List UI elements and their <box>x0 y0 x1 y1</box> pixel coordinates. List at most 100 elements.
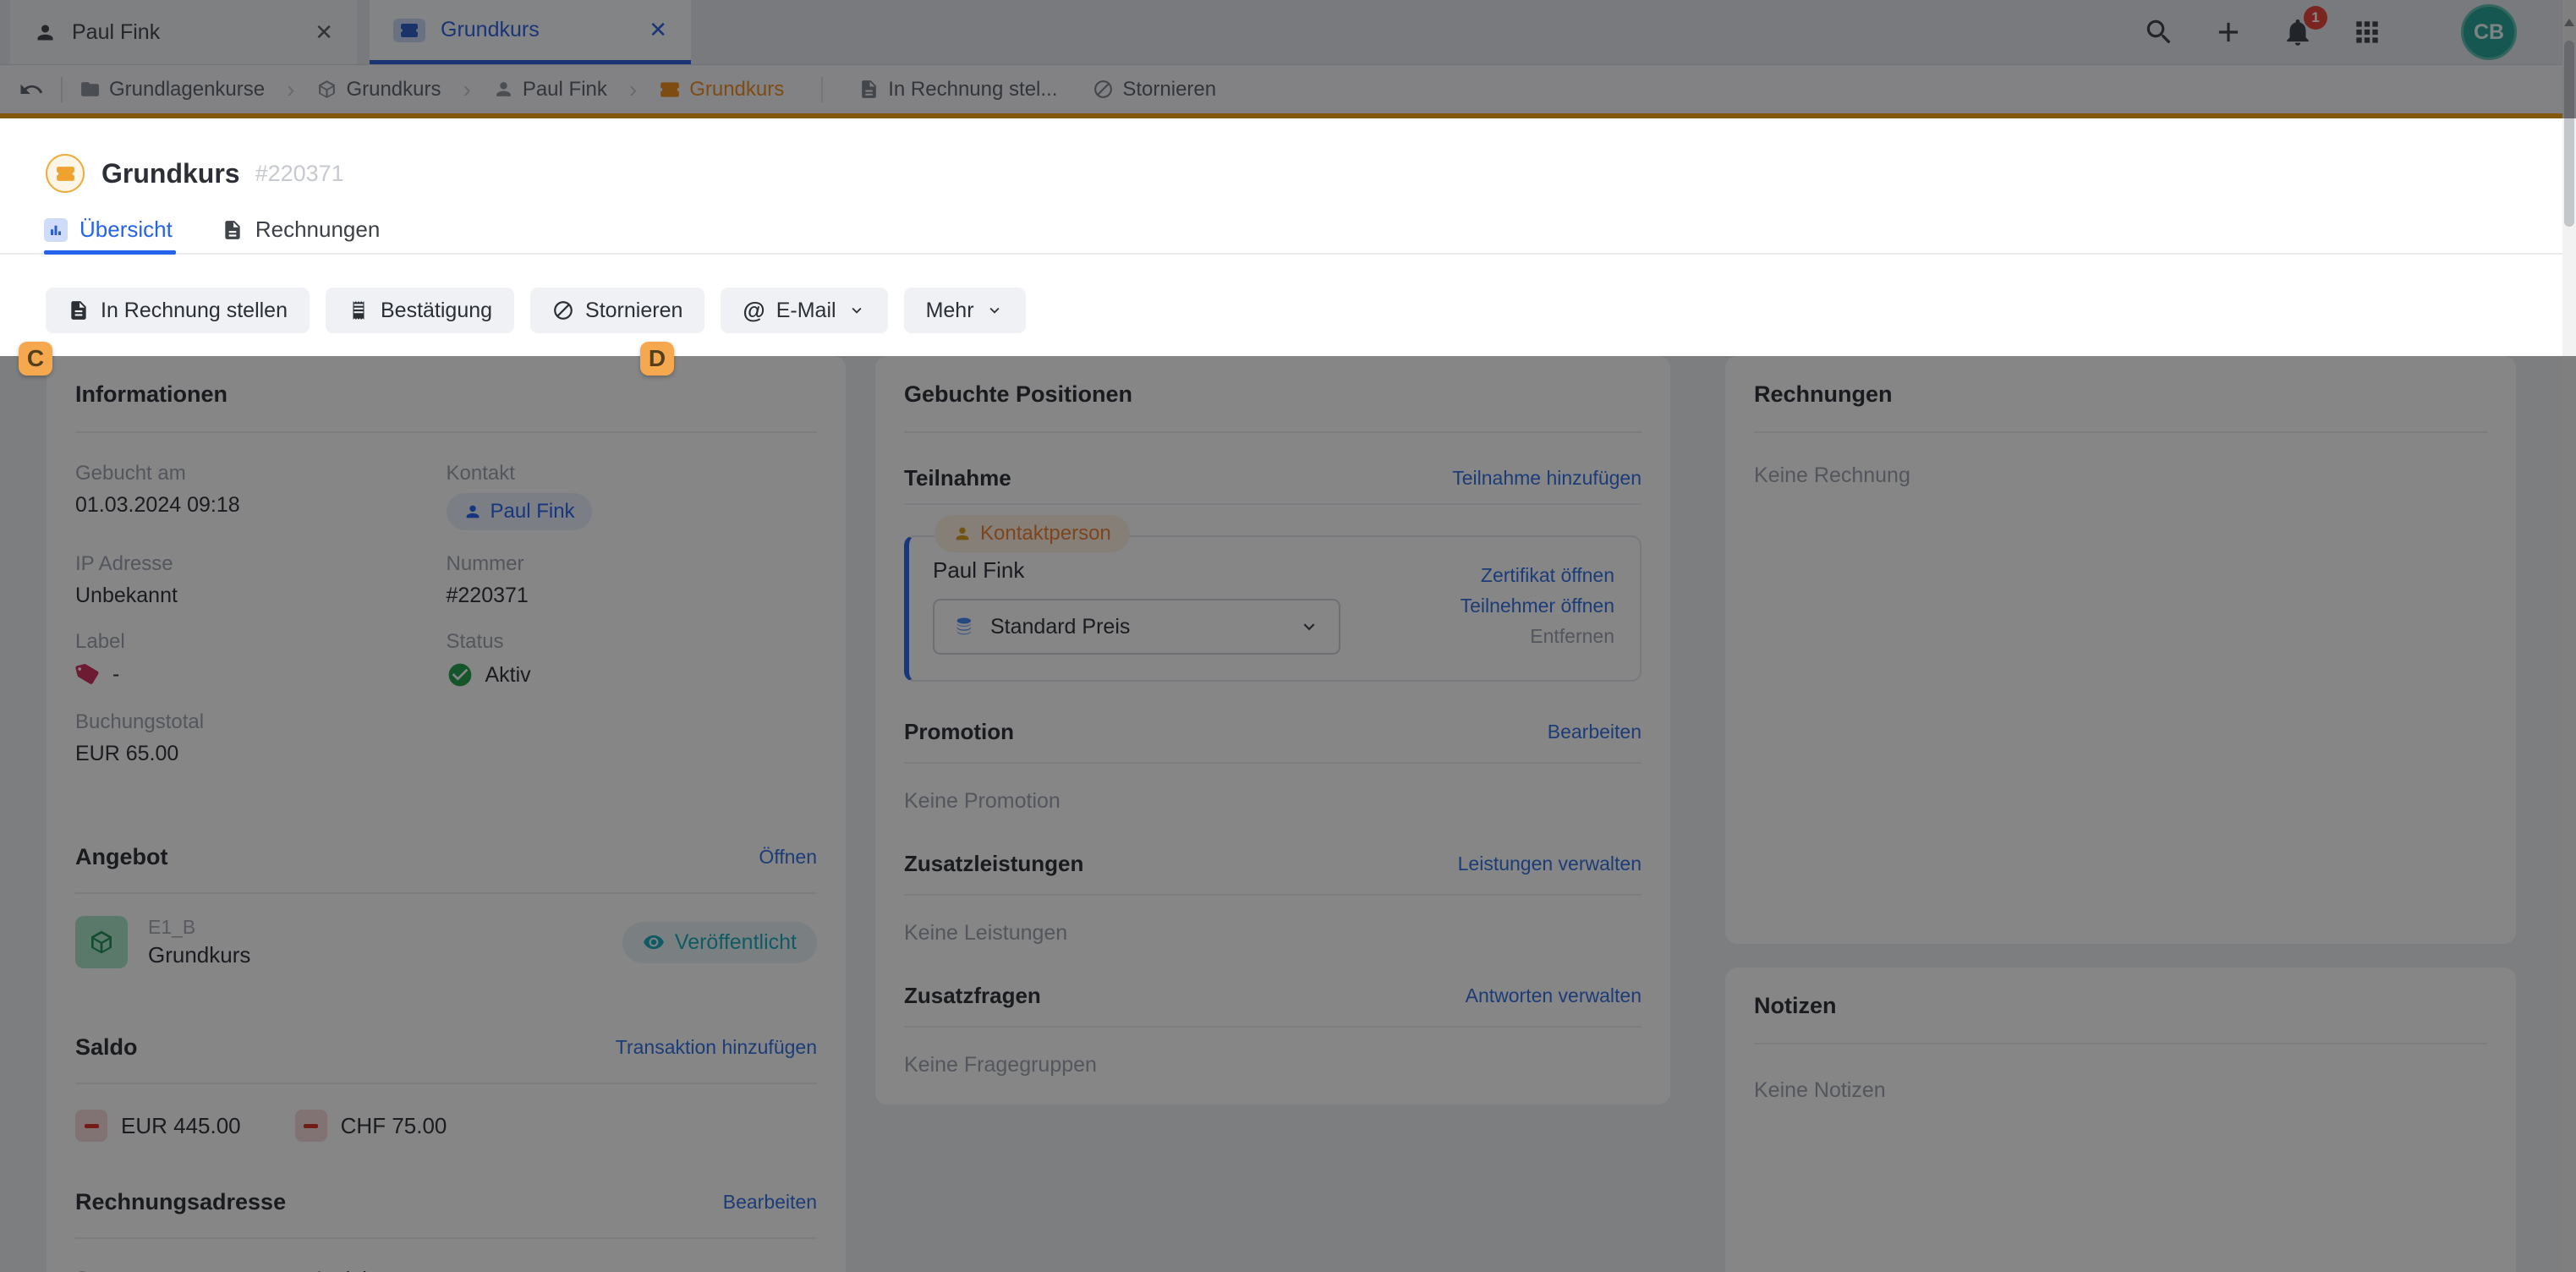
field-label: Gebucht am <box>75 462 447 485</box>
field-value: EUR 65.00 <box>75 742 447 766</box>
divider <box>821 77 823 102</box>
confirmation-button[interactable]: Bestätigung <box>326 288 514 333</box>
breadcrumb-action-label: Stornieren <box>1122 78 1216 101</box>
add-icon[interactable] <box>2212 16 2244 48</box>
divider <box>75 431 817 433</box>
saldo-eur: EUR 445.00 <box>75 1110 241 1142</box>
invoice-button[interactable]: In Rechnung stellen <box>46 288 310 333</box>
notifications-button[interactable]: 1 <box>2282 16 2314 48</box>
divider <box>904 1026 1642 1028</box>
tabs-border <box>0 253 2576 255</box>
section-title: Notizen <box>1754 993 1837 1019</box>
published-badge: Veröffentlicht <box>622 922 817 963</box>
divider <box>75 892 817 894</box>
offer-name: Grundkurs <box>148 942 250 968</box>
window-tab-label: Paul Fink <box>72 20 160 45</box>
ban-icon <box>1093 79 1114 100</box>
coins-icon <box>953 615 977 639</box>
search-icon[interactable] <box>2143 16 2175 48</box>
scrollbar-thumb[interactable] <box>2564 41 2574 227</box>
person-icon <box>34 21 57 44</box>
remove-link[interactable]: Entfernen <box>1461 625 1614 648</box>
offer-cube-icon <box>75 916 128 968</box>
scrollbar[interactable] <box>2562 0 2576 1272</box>
divider <box>1754 431 2487 433</box>
window-topbar: Paul Fink ✕ Grundkurs ✕ 1 CB <box>0 0 2576 64</box>
section-title: Informationen <box>75 381 227 408</box>
avatar[interactable]: CB <box>2461 4 2517 60</box>
tab-uebersicht[interactable]: Übersicht <box>44 217 173 255</box>
empty-invoices: Keine Rechnung <box>1754 463 2487 488</box>
field-value: 01.03.2024 09:18 <box>75 493 447 518</box>
divider <box>1754 1043 2487 1044</box>
open-certificate-link[interactable]: Zertifikat öffnen <box>1461 564 1614 587</box>
cube-icon <box>316 79 337 100</box>
close-icon[interactable]: ✕ <box>649 17 667 43</box>
email-button[interactable]: @ E-Mail <box>721 288 887 333</box>
close-icon[interactable]: ✕ <box>315 19 333 46</box>
chevron-right-icon: › <box>463 76 471 103</box>
field-nummer: Nummer #220371 <box>447 552 818 608</box>
offer-open-link[interactable]: Öffnen <box>759 846 817 869</box>
price-select[interactable]: Standard Preis <box>933 599 1340 655</box>
annotation-marker-c[interactable]: C <box>19 342 52 376</box>
edit-promotion-link[interactable]: Bearbeiten <box>1548 721 1642 743</box>
document-icon <box>858 79 880 100</box>
divider <box>904 894 1642 896</box>
manage-answers-link[interactable]: Antworten verwalten <box>1466 984 1642 1007</box>
divider <box>904 503 1642 505</box>
window-tab-grundkurs-active[interactable]: Grundkurs ✕ <box>370 0 691 64</box>
add-participation-link[interactable]: Teilnahme hinzufügen <box>1452 467 1642 490</box>
cancel-button[interactable]: Stornieren <box>530 288 704 333</box>
window-tab-paul-fink[interactable]: Paul Fink ✕ <box>10 0 357 64</box>
billing-status-value: Inaktiv <box>316 1268 817 1272</box>
chevron-right-icon: › <box>287 76 294 103</box>
button-label: E-Mail <box>776 299 836 323</box>
breadcrumb-action-invoice[interactable]: In Rechnung stel... <box>858 78 1057 101</box>
minus-icon <box>75 1110 107 1142</box>
manage-services-link[interactable]: Leistungen verwalten <box>1458 853 1642 875</box>
field-label: Buchungstotal <box>75 710 447 734</box>
button-label: Bestätigung <box>381 299 492 323</box>
saldo-amount: CHF 75.00 <box>341 1113 447 1139</box>
breadcrumb-item-current[interactable]: Grundkurs <box>659 78 784 101</box>
chip-label: Kontaktperson <box>980 522 1111 546</box>
field-ip: IP Adresse Unbekannt <box>75 552 447 608</box>
chevron-down-icon <box>847 301 866 320</box>
button-label: Mehr <box>926 299 974 323</box>
ticket-icon <box>659 79 681 101</box>
contact-chip[interactable]: Paul Fink <box>447 493 592 530</box>
card-gebuchte-positionen: Gebuchte Positionen Teilnahme Teilnahme … <box>875 356 1670 1105</box>
offer-code: E1_B <box>148 916 250 939</box>
scrollbar-up-icon[interactable] <box>2564 19 2574 26</box>
apps-grid-icon[interactable] <box>2351 16 2383 48</box>
more-button[interactable]: Mehr <box>904 288 1026 333</box>
breadcrumb-item-grundkurs[interactable]: Grundkurs <box>316 78 441 101</box>
breadcrumb-item-grundlagenkurse[interactable]: Grundlagenkurse <box>79 78 265 101</box>
tab-rechnungen[interactable]: Rechnungen <box>222 217 380 255</box>
window-tab-label: Grundkurs <box>441 18 540 42</box>
edit-billing-link[interactable]: Bearbeiten <box>723 1191 817 1214</box>
empty-notes: Keine Notizen <box>1754 1078 2487 1103</box>
breadcrumb-label: Paul Fink <box>523 78 607 101</box>
card-informationen: Informationen Gebucht am 01.03.2024 09:1… <box>47 356 846 1272</box>
section-title: Saldo <box>75 1034 138 1061</box>
divider <box>904 762 1642 764</box>
field-value: - <box>112 662 119 687</box>
breadcrumb: Grundlagenkurse › Grundkurs › Paul Fink … <box>0 64 2576 118</box>
field-label: Label <box>75 630 447 654</box>
subsection-title: Promotion <box>904 719 1014 745</box>
eye-icon <box>643 931 665 953</box>
person-icon <box>493 79 514 100</box>
divider <box>904 431 1642 433</box>
breadcrumb-item-paul-fink[interactable]: Paul Fink <box>493 78 607 101</box>
breadcrumb-label: Grundlagenkurse <box>109 78 265 101</box>
breadcrumb-action-stornieren[interactable]: Stornieren <box>1093 78 1216 101</box>
annotation-marker-d[interactable]: D <box>640 342 674 376</box>
record-type-icon <box>46 154 85 193</box>
undo-icon[interactable] <box>19 77 44 102</box>
folder-icon <box>79 79 101 100</box>
add-transaction-link[interactable]: Transaktion hinzufügen <box>616 1036 817 1059</box>
open-participant-link[interactable]: Teilnehmer öffnen <box>1461 595 1614 617</box>
badge-label: Veröffentlicht <box>675 930 797 955</box>
